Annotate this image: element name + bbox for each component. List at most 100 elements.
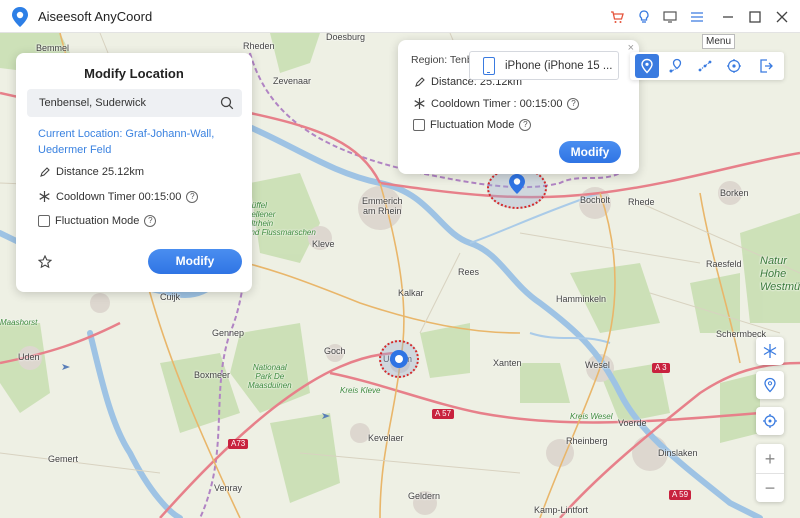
crosshair-icon xyxy=(763,414,777,428)
help-icon[interactable]: ? xyxy=(144,215,157,227)
distance-text: Distance 25.12km xyxy=(56,165,145,178)
multi-stop-route-icon xyxy=(698,60,712,72)
phone-icon xyxy=(483,57,495,75)
fluctuation-label: Fluctuation Mode xyxy=(55,215,140,227)
minimize-icon[interactable] xyxy=(719,8,737,26)
place-label: Emmerich am Rhein xyxy=(362,196,403,216)
cooldown-row: Cooldown Timer 00:15:00 ? xyxy=(38,190,199,203)
panel-title: Modify Location xyxy=(84,66,184,81)
pin-badge-icon xyxy=(764,377,776,393)
place-label: Zevenaar xyxy=(273,76,312,86)
cooldown-toggle-button[interactable] xyxy=(756,337,784,365)
joystick-mode-button[interactable] xyxy=(722,54,746,78)
park-label: Kreis Kleve xyxy=(340,386,381,395)
fluctuation-checkbox[interactable] xyxy=(38,215,50,227)
park-label: Natur Hohe Westmü xyxy=(760,255,800,293)
place-label: Doesburg xyxy=(326,33,366,42)
place-label: Voerde xyxy=(618,418,647,428)
current-location-text: Current Location: Graf-Johann-Wall, Uede… xyxy=(38,128,215,156)
exit-mode-button[interactable] xyxy=(754,54,778,78)
snowflake-icon xyxy=(763,344,777,358)
popup-fluctuation-label: Fluctuation Mode xyxy=(430,119,515,131)
road-label: A 3 xyxy=(652,363,670,373)
popup-cooldown-row: Cooldown Timer : 00:15:00 ? xyxy=(413,97,580,110)
popup-cooldown-text: Cooldown Timer : 00:15:00 xyxy=(431,97,563,110)
place-label: Rheinberg xyxy=(566,436,608,446)
one-stop-mode-button[interactable] xyxy=(664,54,688,78)
cart-icon[interactable] xyxy=(608,8,626,26)
region-text: Region: Tenbensel, Suderwick xyxy=(411,54,471,66)
hint-icon[interactable] xyxy=(635,8,653,26)
pencil-icon xyxy=(38,165,51,178)
place-label: Rhede xyxy=(628,197,655,207)
screen-icon[interactable] xyxy=(661,8,679,26)
location-search-input[interactable]: Tenbensel, Suderwick xyxy=(27,89,242,117)
place-label: Kevelaer xyxy=(368,433,404,443)
zoom-in-button[interactable]: + xyxy=(756,445,784,473)
device-name: iPhone (iPhone 15 ... xyxy=(505,60,613,72)
place-label: Geldern xyxy=(408,491,441,501)
popup-fluctuation-row[interactable]: Fluctuation Mode ? xyxy=(413,119,532,131)
popup-fluctuation-checkbox[interactable] xyxy=(413,119,425,131)
one-stop-route-icon xyxy=(669,58,682,73)
place-label: Hamminkeln xyxy=(556,294,607,304)
favorite-star-icon[interactable] xyxy=(38,255,52,269)
help-icon[interactable]: ? xyxy=(567,97,580,110)
park-label: Düffel Kellener Altrhein und Flussmarsch… xyxy=(246,201,316,237)
place-label: Raesfeld xyxy=(706,259,742,269)
app-logo-icon xyxy=(12,7,28,27)
place-label: Boxmeer xyxy=(194,370,231,380)
pencil-icon xyxy=(413,75,426,88)
park-label: Kreis Wesel xyxy=(570,412,613,421)
center-location-button[interactable] xyxy=(756,407,784,435)
modify-button[interactable]: Modify xyxy=(148,249,242,274)
place-label: Maashorst xyxy=(0,318,38,327)
title-bar: Aiseesoft AnyCoord xyxy=(0,0,800,33)
search-value: Tenbensel, Suderwick xyxy=(39,97,147,109)
place-label: Kalkar xyxy=(398,288,424,298)
place-label: Rheden xyxy=(243,41,275,51)
road-label: A 59 xyxy=(669,490,692,500)
place-label: Bocholt xyxy=(580,195,611,205)
place-label: Rees xyxy=(458,267,480,277)
place-label: Venray xyxy=(214,483,243,493)
custom-location-button[interactable] xyxy=(756,371,784,399)
app-title: Aiseesoft AnyCoord xyxy=(38,9,153,24)
place-label: Xanten xyxy=(493,358,522,368)
place-label: Kleve xyxy=(312,239,335,249)
place-label: Goch xyxy=(324,346,346,356)
menu-tooltip: Menu xyxy=(702,34,736,49)
road-label: A73 xyxy=(228,439,249,449)
modify-location-mode-button[interactable] xyxy=(635,54,659,78)
place-label: Borken xyxy=(720,188,749,198)
close-icon[interactable] xyxy=(773,8,791,26)
place-label: Dinslaken xyxy=(658,448,698,458)
place-label: Gennep xyxy=(212,328,245,338)
device-selector[interactable]: iPhone (iPhone 15 ... xyxy=(469,51,619,80)
current-location-icon xyxy=(390,350,408,368)
snowflake-icon xyxy=(413,97,426,110)
help-icon[interactable]: ? xyxy=(519,119,532,131)
joystick-icon xyxy=(727,59,741,73)
help-icon[interactable]: ? xyxy=(186,190,199,203)
cooldown-text: Cooldown Timer 00:15:00 xyxy=(56,190,182,203)
zoom-controls: + − xyxy=(756,444,784,502)
fluctuation-row[interactable]: Fluctuation Mode ? xyxy=(38,215,157,227)
search-icon[interactable] xyxy=(219,95,235,111)
popup-modify-button[interactable]: Modify xyxy=(559,141,621,163)
distance-row: Distance 25.12km xyxy=(38,165,144,178)
maximize-icon[interactable] xyxy=(746,8,764,26)
place-label: Kamp-Lintfort xyxy=(534,505,589,515)
park-label: Nationaal Park De Maasduinen xyxy=(248,363,292,390)
multi-stop-mode-button[interactable] xyxy=(693,54,717,78)
place-label: Bemmel xyxy=(36,43,70,53)
destination-pin-icon xyxy=(509,174,525,194)
exit-icon xyxy=(760,59,773,73)
place-label: Gemert xyxy=(48,454,79,464)
zoom-out-button[interactable]: − xyxy=(756,473,784,501)
mode-toolbar xyxy=(630,52,784,80)
road-label: A 57 xyxy=(432,409,455,419)
snowflake-icon xyxy=(38,190,51,203)
location-pin-icon xyxy=(641,58,653,74)
menu-icon[interactable] xyxy=(688,8,706,26)
